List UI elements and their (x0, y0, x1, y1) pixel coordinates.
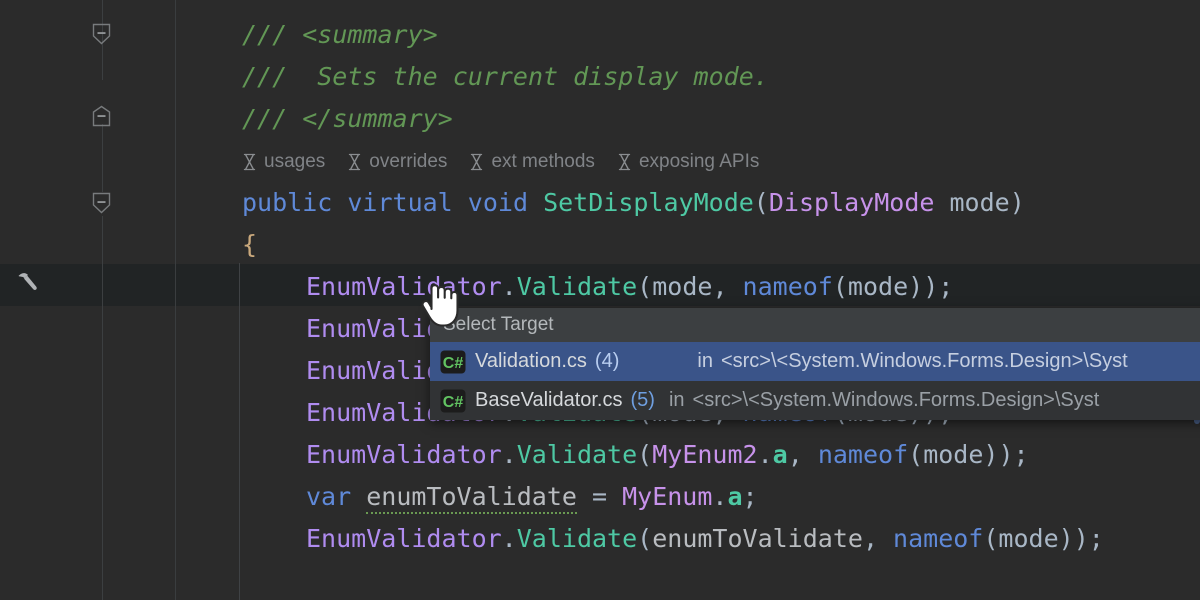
csharp-file-icon: C# (440, 350, 475, 374)
code-line[interactable]: /// </summary> (242, 98, 453, 140)
code-token: , (712, 272, 743, 301)
code-token: enumToValidate (366, 482, 577, 514)
code-token: . (712, 482, 728, 511)
popup-target-row[interactable]: C# BaseValidator.cs (5) in <src>\<System.Win… (430, 381, 1200, 420)
code-token: . (501, 440, 517, 469)
code-token: ) (1009, 188, 1025, 217)
code-vision-item-ext-methods[interactable]: ext methods (469, 151, 595, 173)
code-token: . (501, 272, 517, 301)
code-editor[interactable]: /// <summary> /// Sets the current displa… (0, 0, 1200, 600)
code-vision-item-overrides[interactable]: overrides (347, 151, 447, 173)
code-token: ( (637, 272, 653, 301)
code-token: a (727, 482, 743, 511)
code-token: mode (998, 524, 1059, 553)
popup-row-path: <src>\<System.Windows.Forms.Design>\Syst (692, 389, 1100, 411)
code-vision-label: ext methods (491, 151, 595, 172)
code-token: )); (908, 272, 954, 301)
code-line[interactable]: /// Sets the current display mode. (242, 56, 769, 98)
popup-row-filename: BaseValidator.cs (475, 389, 623, 411)
code-token: enumToValidate (652, 524, 863, 553)
code-token: </summary> (302, 104, 453, 133)
code-vision-hints[interactable]: usages overrides ext methods exposing APIs (242, 146, 759, 178)
code-token: = (576, 482, 623, 511)
code-token: mode (847, 272, 909, 301)
code-token: . (501, 524, 517, 553)
hourglass-icon (617, 153, 632, 171)
code-line[interactable]: /// <summary> (242, 14, 438, 56)
code-vision-item-exposing-APIs[interactable]: exposing APIs (617, 151, 759, 173)
popup-target-row[interactable]: C# Validation.cs (4) in <src>\<System.Window… (430, 342, 1200, 381)
code-token: var (306, 482, 352, 511)
code-token: ( (832, 272, 848, 301)
code-token: nameof (817, 440, 909, 469)
code-token: /// (242, 104, 303, 133)
code-vision-item-usages[interactable]: usages (242, 151, 325, 173)
popup-target-list[interactable]: C# Validation.cs (4) in <src>\<System.Window… (430, 342, 1200, 420)
code-token: ( (753, 188, 769, 217)
code-token: EnumValidator (306, 272, 502, 301)
code-token: mode (923, 440, 984, 469)
code-token: . (757, 440, 773, 469)
code-token: MyEnum (622, 482, 713, 511)
code-vision-label: exposing APIs (638, 151, 760, 172)
popup-row-path: <src>\<System.Windows.Forms.Design>\Syst (720, 350, 1128, 372)
code-token: <summary> (302, 20, 438, 49)
code-vision-label: overrides (369, 151, 448, 172)
code-token: Validate (516, 440, 638, 469)
code-line[interactable]: { (242, 224, 257, 266)
code-token: a (772, 440, 788, 469)
code-line[interactable]: public virtual void SetDisplayMode(Displ… (242, 182, 1025, 224)
hourglass-icon (347, 153, 362, 171)
code-token: ; (742, 482, 758, 511)
popup-row-in-label: in (668, 389, 685, 411)
popup-row-filename: Validation.cs (475, 350, 587, 372)
popup-row-count: (5) (630, 389, 655, 411)
code-line[interactable]: EnumValidator.Validate(MyEnum2.a, nameof… (306, 434, 1029, 476)
code-line[interactable]: var enumToValidate = MyEnum.a; (306, 476, 758, 518)
code-token: , (787, 440, 818, 469)
code-token: ( (908, 440, 924, 469)
code-token: )); (983, 440, 1029, 469)
code-token: virtual (347, 188, 453, 217)
hourglass-icon (242, 153, 257, 171)
code-token: SetDisplayMode (543, 188, 754, 217)
code-token: public (242, 188, 333, 217)
code-token: void (467, 188, 529, 217)
code-text-layer[interactable]: /// <summary> /// Sets the current displa… (0, 0, 1200, 600)
code-token: nameof (742, 272, 833, 301)
code-token: )); (1058, 524, 1104, 553)
code-token: mode (949, 188, 1010, 217)
code-token: mode (652, 272, 713, 301)
code-token: EnumValidator (306, 440, 502, 469)
code-token: ( (637, 524, 653, 553)
code-token: ( (637, 440, 653, 469)
popup-row-in-label: in (697, 350, 713, 372)
code-token: Validate (516, 272, 638, 301)
code-token: /// Sets the current display mode. (242, 62, 769, 91)
code-token: Validate (516, 524, 638, 553)
code-token: DisplayMode (768, 188, 935, 217)
popup-title: Select Target (430, 308, 1200, 342)
popup-row-count: (4) (594, 350, 620, 372)
select-target-popup[interactable]: Select Target C# Validation.cs (4) in <src>\… (430, 308, 1200, 420)
code-token: /// (242, 20, 303, 49)
code-vision-label: usages (264, 151, 326, 172)
code-line[interactable]: EnumValidator.Validate(mode, nameof(mode… (306, 266, 953, 308)
hourglass-icon (469, 153, 484, 171)
code-token: , (862, 524, 894, 553)
code-token: nameof (893, 524, 984, 553)
code-token: MyEnum2 (652, 440, 758, 469)
code-token: EnumValidator (306, 524, 502, 553)
csharp-file-icon: C# (440, 389, 475, 413)
code-token: ( (983, 524, 999, 553)
code-token: { (242, 230, 258, 259)
code-line[interactable]: EnumValidator.Validate(enumToValidate, n… (306, 518, 1104, 560)
svg-text:C#: C# (443, 355, 464, 372)
svg-text:C#: C# (443, 394, 464, 411)
